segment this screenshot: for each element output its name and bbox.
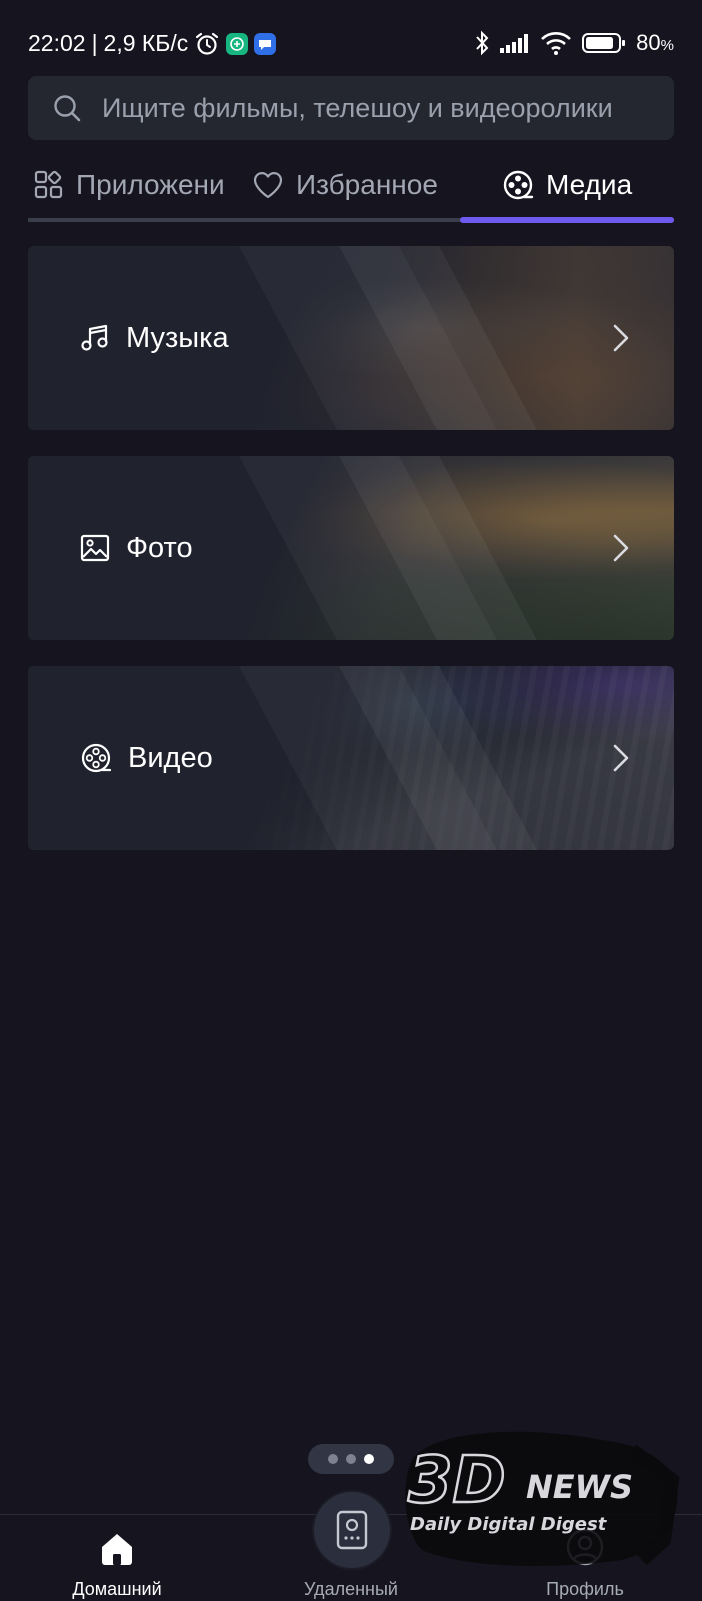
- video-card-label: Видео: [128, 741, 213, 774]
- music-note-icon: [81, 324, 108, 351]
- tab-media[interactable]: Медиа: [502, 160, 674, 210]
- tab-apps-label: Приложени: [76, 169, 225, 200]
- status-separator: |: [91, 30, 98, 56]
- 3dnews-watermark: 3D NEWS Daily Digital Digest: [405, 1431, 680, 1566]
- battery-icon: [582, 33, 626, 53]
- status-bar: 22:02 | 2,9 КБ/с 80%: [0, 0, 702, 70]
- signal-icon: [500, 34, 529, 53]
- page-dot[interactable]: [328, 1454, 338, 1464]
- watermark-news: NEWS: [526, 1468, 633, 1506]
- battery-value: 80: [636, 30, 661, 55]
- search-icon: [54, 95, 81, 122]
- film-reel-icon: [503, 170, 534, 200]
- media-card-music[interactable]: Музыка: [28, 246, 674, 430]
- status-time: 22:02: [28, 30, 86, 56]
- tab-favorites[interactable]: Избранное: [252, 160, 452, 210]
- heart-icon: [253, 172, 283, 199]
- music-card-content: Музыка: [80, 246, 229, 430]
- watermark-tagline: Daily Digital Digest: [410, 1514, 608, 1535]
- search-input[interactable]: [100, 91, 664, 125]
- alarm-icon: [196, 32, 219, 55]
- wifi-icon: [541, 32, 572, 55]
- film-reel-icon: [81, 743, 112, 773]
- apps-grid-icon: [34, 170, 63, 199]
- nav-home[interactable]: Домашний: [42, 1515, 192, 1601]
- messages-app-icon: [254, 32, 277, 55]
- chevron-right-icon: [613, 744, 629, 772]
- remote-icon: [336, 1510, 368, 1550]
- health-app-icon: [226, 32, 249, 55]
- music-card-label: Музыка: [126, 321, 229, 354]
- photo-card-label: Фото: [126, 531, 193, 564]
- watermark-3d: 3D: [408, 1444, 506, 1518]
- media-card-video[interactable]: Видео: [28, 666, 674, 850]
- page-dot[interactable]: [346, 1454, 356, 1464]
- nav-home-label: Домашний: [72, 1579, 162, 1599]
- media-card-photo[interactable]: Фото: [28, 456, 674, 640]
- tab-favorites-label: Избранное: [296, 169, 438, 200]
- remote-button[interactable]: [312, 1490, 392, 1570]
- search-bar[interactable]: [28, 76, 674, 140]
- chevron-right-icon: [613, 324, 629, 352]
- status-network-speed: 2,9 КБ/с: [103, 30, 189, 56]
- nav-remote-label: Удаленный: [304, 1579, 398, 1599]
- status-right: 80%: [474, 30, 674, 56]
- page-dot-active[interactable]: [364, 1454, 374, 1464]
- bluetooth-icon: [476, 30, 489, 56]
- tab-active-indicator: [460, 217, 674, 223]
- image-icon: [80, 534, 110, 562]
- status-left: 22:02 | 2,9 КБ/с: [28, 30, 277, 57]
- nav-profile-label: Профиль: [546, 1579, 624, 1599]
- video-card-content: Видео: [80, 666, 213, 850]
- photo-card-content: Фото: [80, 456, 193, 640]
- battery-percent: 80%: [636, 30, 674, 56]
- chevron-right-icon: [613, 534, 629, 562]
- tab-apps[interactable]: Приложени: [34, 160, 254, 210]
- category-tabs: Приложени Избранное Медиа: [28, 160, 674, 223]
- tab-media-label: Медиа: [546, 169, 633, 200]
- page-indicator: [308, 1444, 394, 1474]
- home-icon: [102, 1534, 132, 1565]
- battery-unit: %: [660, 37, 674, 54]
